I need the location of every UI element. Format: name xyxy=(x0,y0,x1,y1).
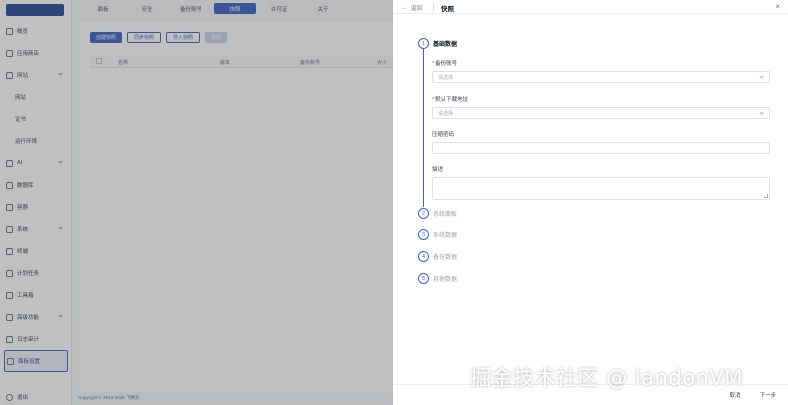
password-label: 压缩密码 xyxy=(432,132,455,138)
step-label: 备份数据 xyxy=(433,255,458,261)
snapshot-drawer: ← 返回 快照 × 1 基础数据 *备份账号 请选择 *默认下载地址 请选择 压缩… xyxy=(393,0,788,405)
download-address-label: *默认下载地址 xyxy=(432,97,469,103)
step-label: 系统数据 xyxy=(433,233,458,239)
arrow-left-icon: ← xyxy=(401,5,407,11)
step-number: 4 xyxy=(418,251,429,262)
description-label: 描述 xyxy=(432,167,444,173)
description-textarea[interactable] xyxy=(432,177,770,200)
step-label: 其他数据 xyxy=(433,277,458,283)
step-label: 系统面板 xyxy=(433,212,458,218)
watermark: 掘金技术社区 @ landonVM xyxy=(470,366,743,390)
select-placeholder: 请选择 xyxy=(438,110,454,117)
step-system-data: 3 系统数据 xyxy=(418,229,457,240)
step-basic-data: 1 基础数据 xyxy=(418,38,457,49)
step-other-data: 5 其他数据 xyxy=(418,273,457,284)
modal-overlay[interactable] xyxy=(0,0,393,405)
close-icon[interactable]: × xyxy=(775,2,780,11)
header-divider xyxy=(433,4,434,11)
download-address-select[interactable]: 请选择 xyxy=(432,107,770,119)
step-system-panel: 2 系统面板 xyxy=(418,208,457,219)
next-step-button[interactable]: 下一步 xyxy=(755,389,781,401)
chevron-down-icon xyxy=(759,74,764,79)
select-placeholder: 请选择 xyxy=(438,74,454,81)
drawer-header: ← 返回 快照 × xyxy=(393,0,788,14)
password-input[interactable] xyxy=(432,142,770,154)
resize-handle-icon[interactable] xyxy=(764,194,768,198)
step-number: 5 xyxy=(418,273,429,284)
backup-account-select[interactable]: 请选择 xyxy=(432,71,770,83)
step-number: 3 xyxy=(418,229,429,240)
back-label: 返回 xyxy=(411,6,423,12)
backup-account-label: *备份账号 xyxy=(432,61,458,67)
chevron-down-icon xyxy=(759,110,764,115)
drawer-title: 快照 xyxy=(441,6,454,13)
back-button[interactable]: ← 返回 xyxy=(401,4,422,12)
step-label: 基础数据 xyxy=(433,42,458,48)
step-number: 1 xyxy=(418,38,429,49)
step-backup-data: 4 备份数据 xyxy=(418,251,457,262)
step-number: 2 xyxy=(418,208,429,219)
steps-connector xyxy=(423,49,424,207)
